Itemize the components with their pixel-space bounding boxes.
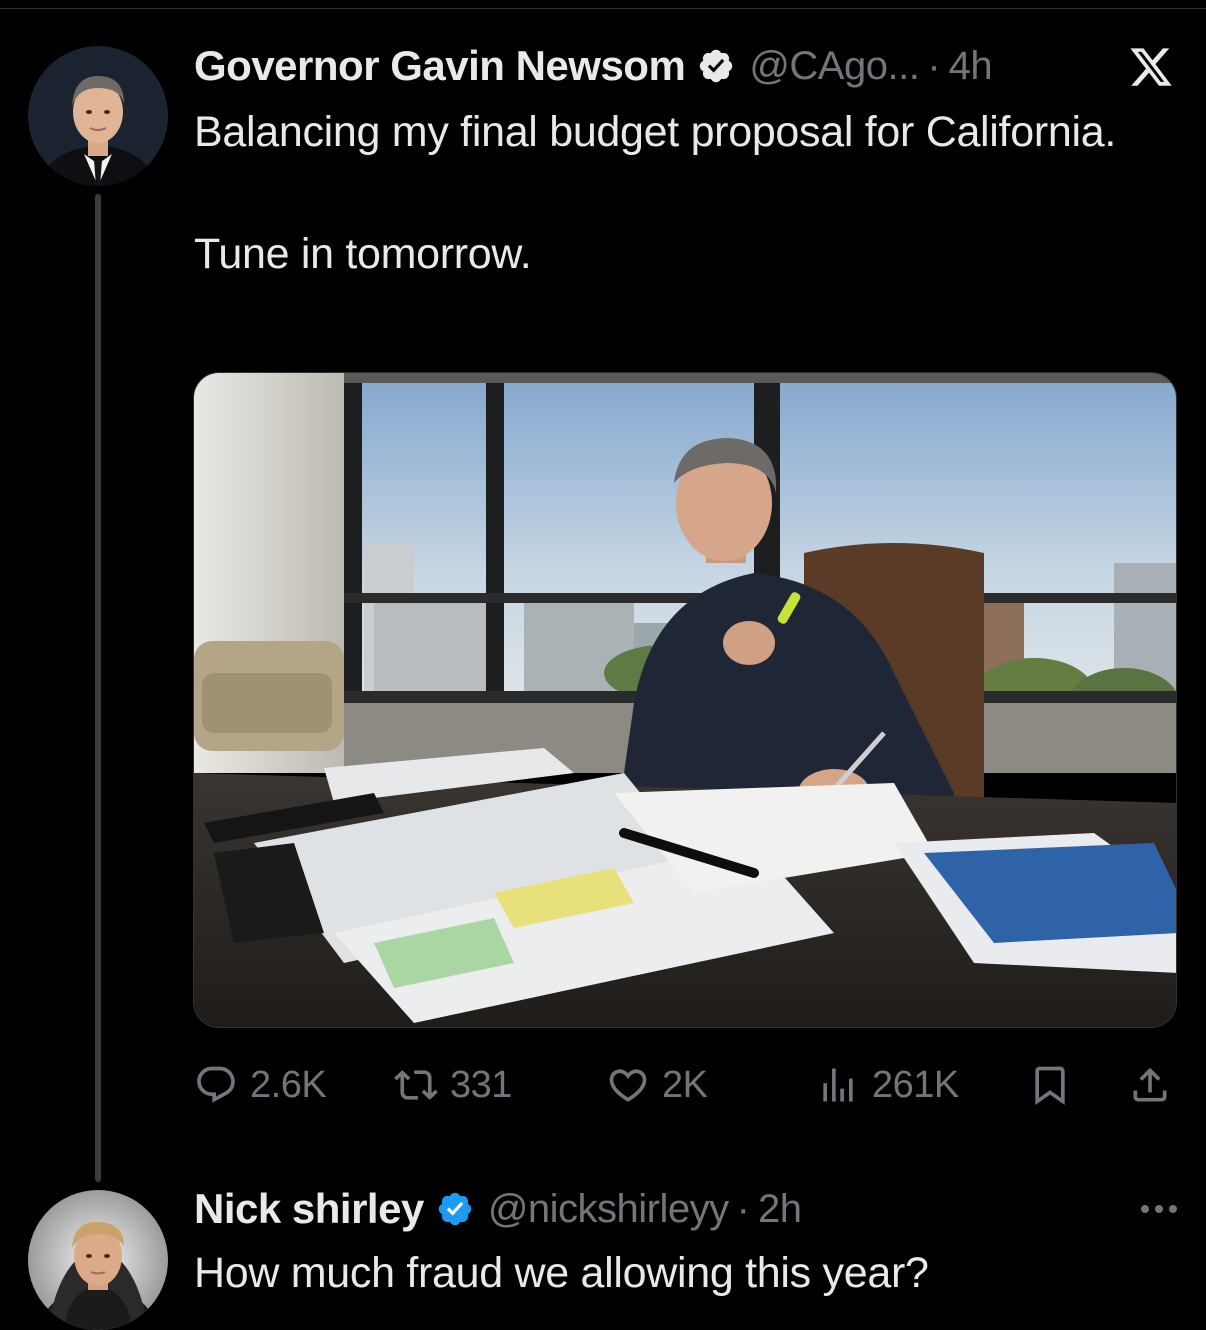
verified-badge-icon: [438, 1192, 472, 1226]
views-icon: [823, 1068, 853, 1102]
verified-badge-icon: [700, 49, 733, 83]
bookmark-icon: [1035, 1066, 1065, 1106]
repost-count: 331: [450, 1063, 512, 1106]
bookmark-button[interactable]: [1028, 1057, 1072, 1113]
share-icon: [1133, 1067, 1167, 1102]
views-button[interactable]: 261K: [816, 1057, 959, 1113]
reply-author-avatar[interactable]: [28, 1190, 168, 1330]
thread-connector-line: [95, 194, 101, 1182]
reply-author-name[interactable]: Nick shirley: [194, 1185, 424, 1233]
tweet-header: Governor Gavin Newsom @CAgo... · 4h: [194, 40, 1174, 92]
like-count: 2K: [662, 1063, 708, 1106]
share-button[interactable]: [1128, 1057, 1172, 1113]
author-handle[interactable]: @CAgo...: [749, 44, 920, 89]
top-divider: [0, 0, 1206, 9]
repost-button[interactable]: 331: [394, 1057, 512, 1113]
author-name[interactable]: Governor Gavin Newsom: [194, 42, 686, 90]
reply-timestamp[interactable]: 2h: [758, 1187, 802, 1232]
like-button[interactable]: 2K: [606, 1057, 708, 1113]
author-avatar[interactable]: [28, 46, 168, 186]
reply-button[interactable]: 2.6K: [194, 1057, 327, 1113]
reply-author-handle[interactable]: @nickshirleyy: [488, 1187, 729, 1232]
repost-icon: [394, 1070, 438, 1100]
tweet-action-bar: 2.6K 331 2K 261K: [194, 1057, 1178, 1113]
reply-header: Nick shirley @nickshirleyy · 2h: [194, 1183, 1184, 1235]
reply-text: How much fraud we allowing this year?: [194, 1249, 929, 1297]
separator-dot: ·: [736, 1186, 750, 1231]
tweet-photo[interactable]: [193, 372, 1177, 1028]
x-logo-icon: [1130, 48, 1172, 86]
views-count: 261K: [872, 1063, 959, 1106]
separator-dot: ·: [927, 43, 941, 88]
reply-count: 2.6K: [250, 1063, 327, 1106]
more-icon[interactable]: [1136, 1197, 1182, 1221]
like-icon: [609, 1069, 647, 1102]
tweet-timestamp[interactable]: 4h: [949, 44, 993, 89]
reply-icon: [197, 1066, 235, 1103]
tweet-text: Balancing my final budget proposal for C…: [194, 108, 1116, 278]
